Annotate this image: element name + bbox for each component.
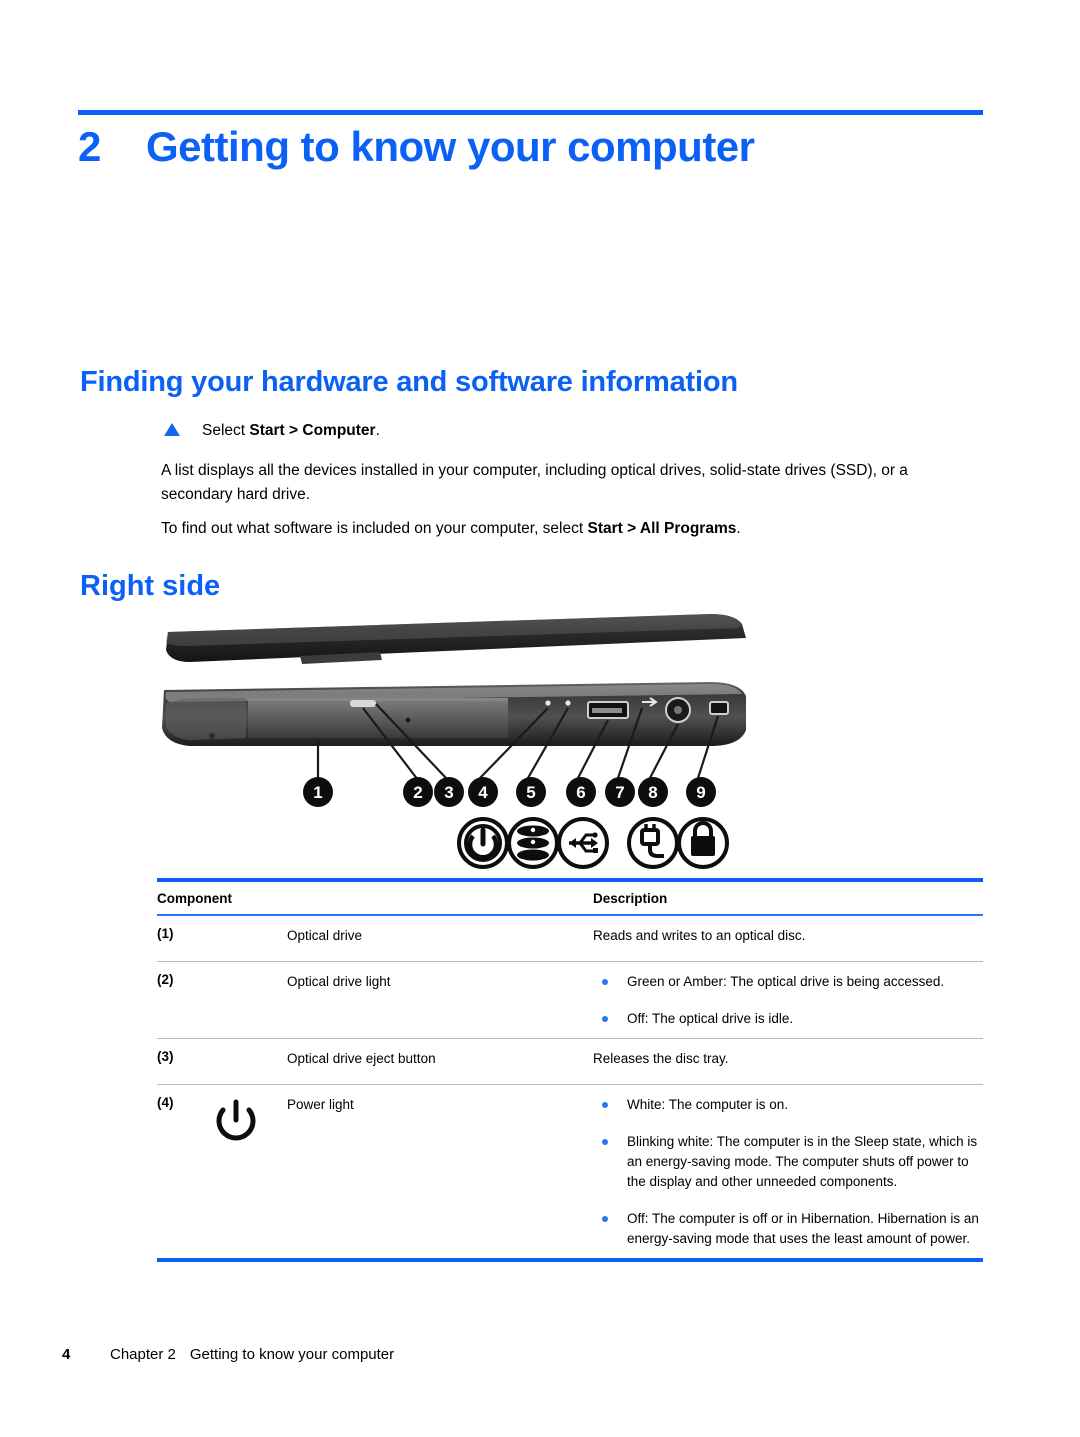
row-icon-cell <box>209 926 287 952</box>
table-bottom-rule <box>157 1258 983 1262</box>
table-row: (4) Power light White: The computer is o… <box>157 1085 983 1258</box>
svg-text:7: 7 <box>615 783 624 802</box>
bullet-item: Green or Amber: The optical drive is bei… <box>593 972 983 992</box>
header-rule <box>78 110 983 115</box>
chapter-title: Getting to know your computer <box>146 123 755 170</box>
svg-text:5: 5 <box>526 783 535 802</box>
bullet-item: Off: The computer is off or in Hibernati… <box>593 1209 983 1249</box>
column-header-description: Description <box>593 891 668 906</box>
triangle-bullet-icon <box>164 423 180 436</box>
column-header-component: Component <box>157 891 232 906</box>
row-callout-number: (4) <box>157 1095 174 1110</box>
section-heading-finding: Finding your hardware and software infor… <box>80 366 738 398</box>
document-page: 2 Getting to know your computer Finding y… <box>0 0 1080 1437</box>
paragraph-2-suffix: . <box>736 520 741 537</box>
section-heading-right-side: Right side <box>80 570 221 602</box>
paragraph-2-prefix: To find out what software is included on… <box>161 520 588 537</box>
table-row: (2) Optical drive light Green or Amber: … <box>157 962 983 1038</box>
power-icon <box>457 817 509 869</box>
paragraph-device-list: A list displays all the devices installe… <box>161 462 908 503</box>
paragraph-software-list: To find out what software is included on… <box>161 517 961 541</box>
laptop-right-side-illustration: 1 2 3 4 5 6 7 8 9 <box>150 612 750 874</box>
row-callout-number: (1) <box>157 926 174 941</box>
table-row: (3) Optical drive eject button Releases … <box>157 1039 983 1084</box>
svg-text:9: 9 <box>696 783 705 802</box>
svg-text:6: 6 <box>576 783 585 802</box>
description-bullet-list: White: The computer is on. Blinking whit… <box>593 1095 983 1249</box>
svg-text:1: 1 <box>313 783 322 802</box>
hard-drive-icon <box>507 817 559 869</box>
step-prefix: Select <box>202 422 250 439</box>
security-lock-icon <box>677 817 729 869</box>
step-select-start-computer: Select Start > Computer. <box>164 421 380 441</box>
row-callout-number: (2) <box>157 972 174 987</box>
row-description: Green or Amber: The optical drive is bei… <box>593 972 983 1029</box>
row-icon-cell <box>209 1049 287 1075</box>
table-row: (1) Optical drive Reads and writes to an… <box>157 916 983 961</box>
row-description: Releases the disc tray. <box>593 1051 729 1066</box>
footer-chapter-title: Getting to know your computer <box>189 1346 395 1363</box>
row-icon-cell <box>209 972 287 1029</box>
row-component-name: Optical drive <box>287 928 363 943</box>
svg-text:3: 3 <box>444 783 453 802</box>
row-icon-cell <box>209 1095 287 1249</box>
footer-page-number: 4 <box>62 1346 71 1363</box>
chapter-number: 2 <box>78 123 101 170</box>
ac-power-connector-icon <box>627 817 679 869</box>
footer-chapter-label: Chapter 2 <box>110 1346 176 1363</box>
row-callout-number: (3) <box>157 1049 174 1064</box>
bullet-item: White: The computer is on. <box>593 1095 983 1115</box>
bullet-item: Blinking white: The computer is in the S… <box>593 1132 983 1192</box>
row-component-name: Optical drive light <box>287 974 391 989</box>
power-icon <box>216 1099 256 1141</box>
svg-text:8: 8 <box>648 783 657 802</box>
paragraph-2-bold: Start > All Programs <box>587 520 737 537</box>
row-description: Reads and writes to an optical disc. <box>593 928 806 943</box>
usb-icon <box>557 817 609 869</box>
bullet-item: Off: The optical drive is idle. <box>593 1009 983 1029</box>
svg-text:2: 2 <box>413 783 422 802</box>
table-header-row: Component Description <box>157 882 983 914</box>
row-component-name: Optical drive eject button <box>287 1051 436 1066</box>
description-bullet-list: Green or Amber: The optical drive is bei… <box>593 972 983 1029</box>
page-footer: 4 Chapter 2 Getting to know your computer <box>62 1346 394 1363</box>
row-description: White: The computer is on. Blinking whit… <box>593 1095 983 1249</box>
components-table: Component Description (1) Optical drive … <box>157 878 983 1262</box>
chapter-heading: 2 Getting to know your computer <box>78 123 983 171</box>
step-bold: Start > Computer <box>249 422 376 439</box>
row-component-name: Power light <box>287 1097 354 1112</box>
step-suffix: . <box>375 422 380 439</box>
svg-text:4: 4 <box>478 783 488 802</box>
